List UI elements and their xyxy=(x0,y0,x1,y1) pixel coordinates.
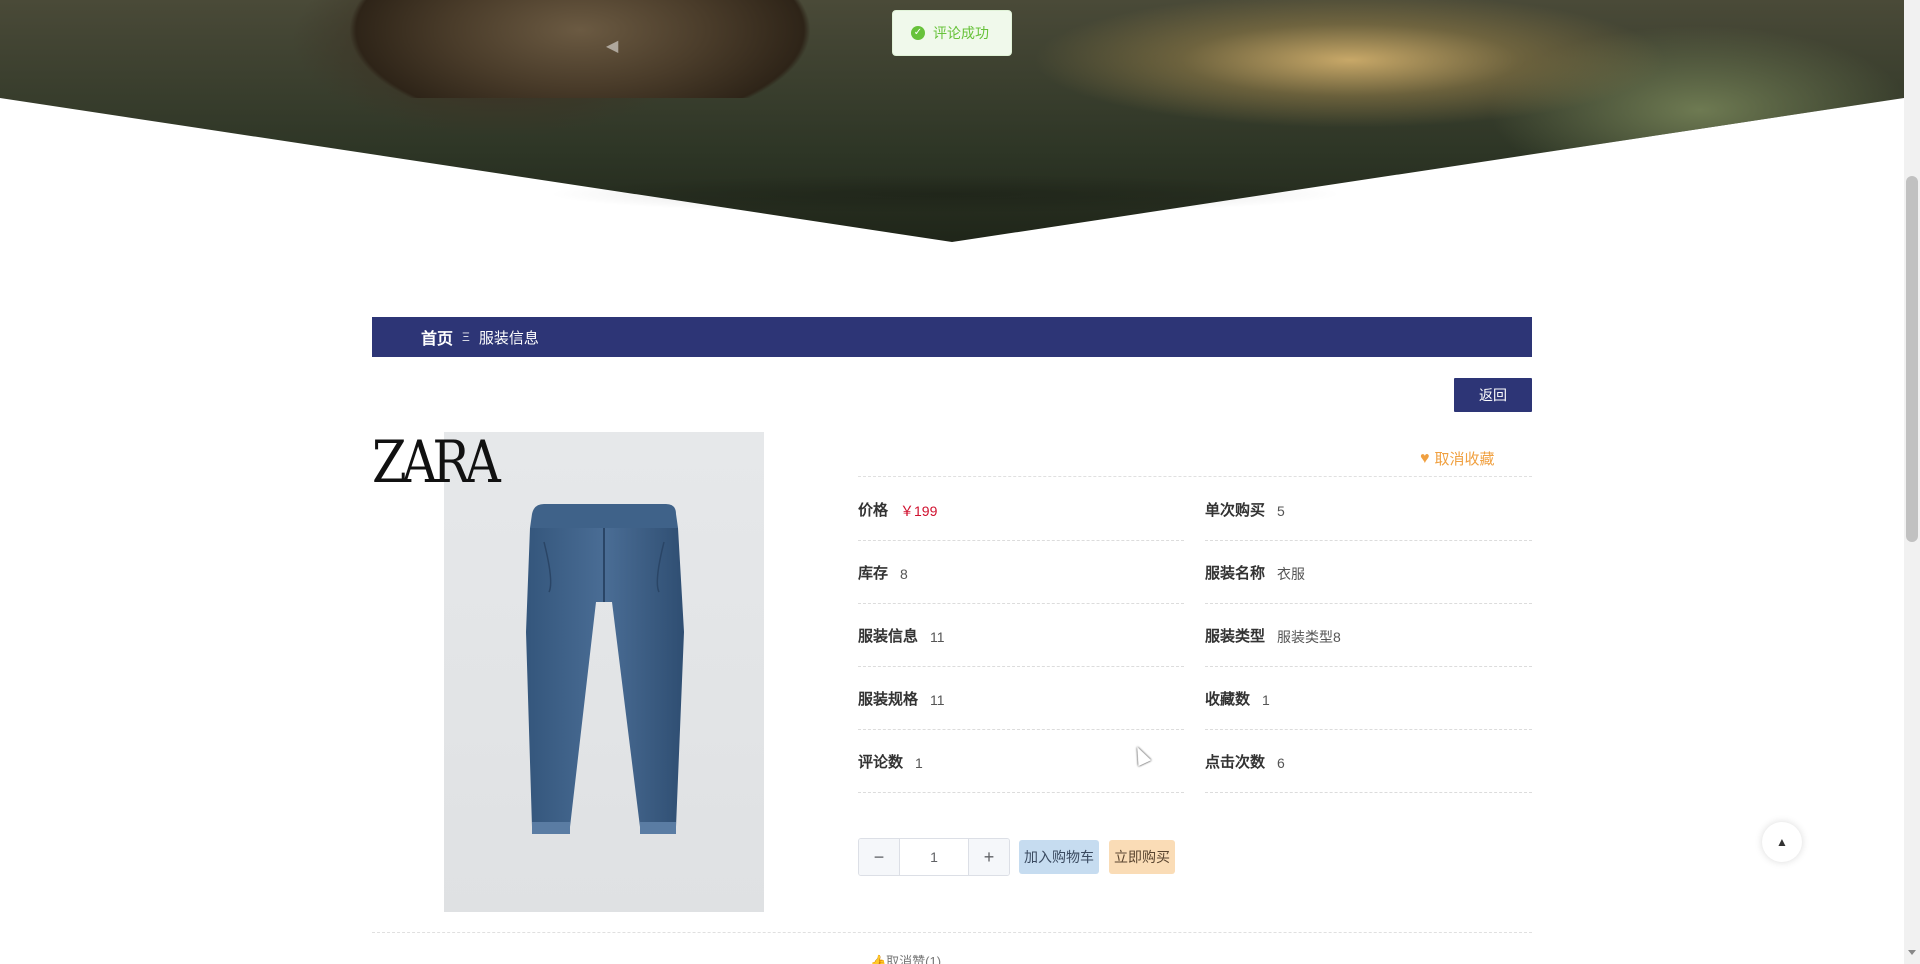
scrollbar[interactable] xyxy=(1904,0,1920,964)
caret-up-icon: ▲ xyxy=(1776,835,1788,849)
favorite-label: 取消收藏 xyxy=(1434,451,1495,468)
quantity-stepper: − 1 + xyxy=(858,838,1010,876)
detail-key: 服装名称 xyxy=(1205,564,1266,582)
increase-button[interactable]: + xyxy=(969,839,1009,875)
detail-value: 11 xyxy=(930,628,945,645)
add-to-cart-button[interactable]: 加入购物车 xyxy=(1019,840,1099,874)
detail-key: 价格 xyxy=(858,501,889,519)
breadcrumb-home[interactable]: 首页 xyxy=(421,325,453,349)
detail-key: 服装信息 xyxy=(858,627,919,645)
divider xyxy=(858,476,1532,477)
detail-value: 6 xyxy=(1277,754,1285,771)
detail-favorites: 收藏数 1 xyxy=(1205,667,1532,730)
check-circle-icon: ✓ xyxy=(911,26,925,40)
detail-spec: 服装规格 11 xyxy=(858,667,1184,730)
detail-stock: 库存 8 xyxy=(858,541,1184,604)
buy-now-button[interactable]: 立即购买 xyxy=(1109,840,1175,874)
heart-icon: ♥ xyxy=(1420,449,1430,467)
unfavorite-button[interactable]: ♥ 取消收藏 xyxy=(1420,448,1495,469)
breadcrumb: 首页 Ξ 服装信息 xyxy=(372,317,1532,357)
like-button[interactable]: 👍取消赞(1) xyxy=(870,951,941,964)
carousel-prev-icon[interactable]: ◀ xyxy=(606,36,618,56)
jeans-image xyxy=(526,504,684,834)
quantity-input[interactable]: 1 xyxy=(899,839,969,875)
success-toast: ✓ 评论成功 xyxy=(892,10,1012,56)
detail-value: ￥199 xyxy=(900,502,938,519)
breadcrumb-current: 服装信息 xyxy=(478,329,539,347)
detail-key: 收藏数 xyxy=(1205,690,1251,708)
detail-type: 服装类型 服装类型8 xyxy=(1205,604,1532,667)
detail-info: 服装信息 11 xyxy=(858,604,1184,667)
back-button[interactable]: 返回 xyxy=(1454,378,1532,412)
detail-key: 评论数 xyxy=(858,753,904,771)
product-image xyxy=(444,432,764,912)
detail-key: 点击次数 xyxy=(1205,753,1266,771)
detail-value: 服装类型8 xyxy=(1277,628,1341,645)
detail-value: 5 xyxy=(1277,502,1285,519)
back-to-top-button[interactable]: ▲ xyxy=(1762,822,1802,862)
detail-value: 11 xyxy=(930,691,945,708)
detail-value: 1 xyxy=(915,754,923,771)
detail-key: 服装规格 xyxy=(858,690,919,708)
detail-value: 8 xyxy=(900,565,908,582)
detail-clicks: 点击次数 6 xyxy=(1205,730,1532,793)
scroll-down-icon[interactable] xyxy=(1908,950,1916,955)
divider xyxy=(372,932,1532,933)
detail-key: 单次购买 xyxy=(1205,501,1266,519)
detail-key: 服装类型 xyxy=(1205,627,1266,645)
breadcrumb-separator: Ξ xyxy=(462,330,470,344)
detail-comments: 评论数 1 xyxy=(858,730,1184,793)
hero-rock-image xyxy=(260,0,900,98)
detail-price: 价格 ￥199 xyxy=(858,478,1184,541)
detail-key: 库存 xyxy=(858,564,889,582)
brand-logo: ZARA xyxy=(372,428,501,496)
detail-name: 服装名称 衣服 xyxy=(1205,541,1532,604)
scrollbar-thumb[interactable] xyxy=(1906,176,1918,542)
decrease-button[interactable]: − xyxy=(859,839,899,875)
detail-value: 衣服 xyxy=(1277,565,1306,582)
detail-value: 1 xyxy=(1262,691,1270,708)
toast-message: 评论成功 xyxy=(933,25,989,41)
detail-single-purchase: 单次购买 5 xyxy=(1205,478,1532,541)
